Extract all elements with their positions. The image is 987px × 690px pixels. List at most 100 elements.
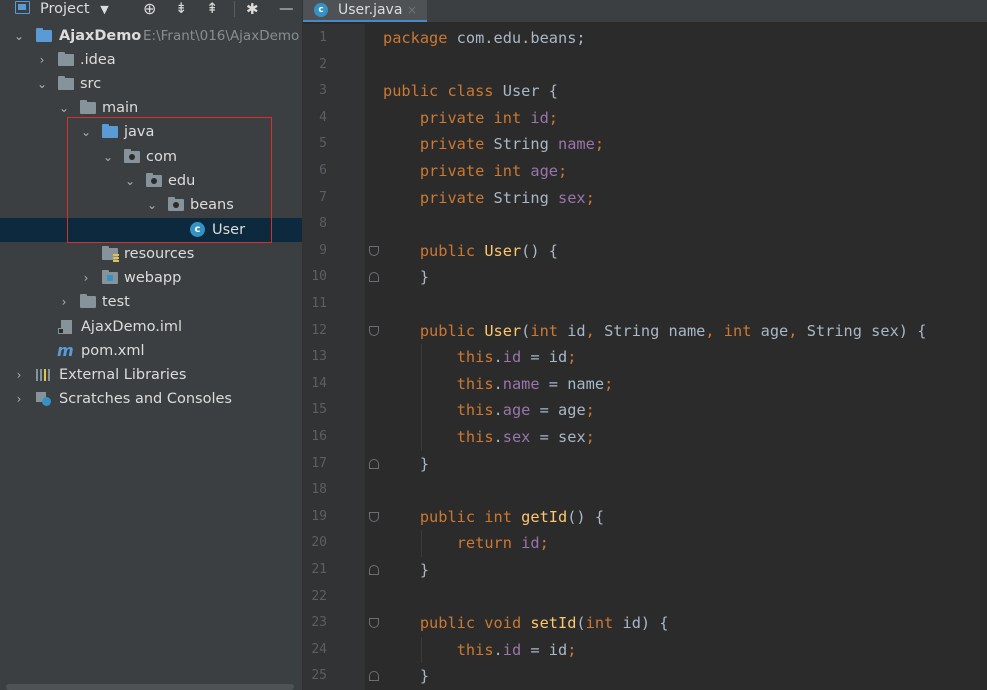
- code-line-text: public User() {: [383, 238, 558, 265]
- code-line: private int id;: [0, 105, 987, 132]
- code-line-text: private String sex;: [383, 185, 595, 212]
- code-line: public int getId() {: [0, 504, 987, 531]
- code-token: private int: [419, 108, 531, 127]
- code-line-text: }: [383, 451, 429, 478]
- code-token: this: [456, 348, 494, 367]
- indent-guide: [421, 530, 422, 557]
- code-token: String: [493, 135, 558, 154]
- code-line: }: [0, 557, 987, 584]
- code-token: private: [419, 135, 494, 154]
- code-line: }: [0, 264, 987, 291]
- code-token: = id: [521, 348, 568, 367]
- code-line: this.id = id;: [0, 344, 987, 371]
- code-token: public int: [419, 507, 522, 526]
- project-view-dropdown[interactable]: Project ▼: [40, 0, 109, 19]
- code-line: package com.edu.beans;: [0, 25, 987, 52]
- code-token: age: [502, 401, 531, 420]
- code-token: ;: [558, 162, 568, 180]
- code-token: sex: [558, 188, 586, 207]
- code-line-text: this.age = age;: [383, 397, 595, 424]
- indent-guide: [421, 344, 422, 451]
- code-line-text: private int age;: [383, 158, 567, 185]
- code-token: ;: [585, 428, 595, 446]
- code-line-text: public void setId(int id) {: [383, 610, 669, 637]
- code-token: name: [558, 135, 595, 154]
- expand-all-icon[interactable]: ⇟: [175, 0, 187, 18]
- code-token: public class: [383, 82, 503, 101]
- code-line: public User(int id, String name, int age…: [0, 318, 987, 345]
- code-line: }: [0, 451, 987, 478]
- code-line-text: return id;: [383, 530, 549, 557]
- code-token: this: [456, 640, 494, 659]
- code-token: String name: [604, 321, 706, 340]
- code-token: id: [502, 640, 522, 659]
- code-token: }: [383, 268, 430, 287]
- locate-file-icon[interactable]: ⊕: [143, 0, 156, 18]
- code-token: this: [456, 401, 494, 420]
- code-token: String sex) {: [806, 321, 927, 340]
- project-title: Project: [40, 1, 90, 17]
- dropdown-arrow-icon: ▼: [100, 3, 109, 16]
- code-line: this.name = name;: [0, 371, 987, 398]
- code-line-text: }: [383, 264, 429, 291]
- code-token: private int: [419, 162, 531, 180]
- code-line: public class User {: [0, 78, 987, 105]
- code-line-text: package com.edu.beans;: [383, 25, 586, 52]
- code-token: int: [530, 321, 568, 340]
- code-token: (: [576, 614, 586, 633]
- close-icon[interactable]: ×: [407, 0, 417, 20]
- code-token: age: [760, 321, 789, 340]
- code-token: User: [484, 241, 522, 260]
- code-token: id: [502, 348, 522, 367]
- code-token: setId: [530, 614, 577, 633]
- code-token: , int: [705, 321, 761, 340]
- code-token: = sex: [530, 428, 586, 446]
- code-token: = age: [530, 401, 586, 420]
- code-token: name: [502, 374, 540, 393]
- code-token: ;: [567, 348, 577, 367]
- gear-icon[interactable]: ✱: [246, 0, 259, 18]
- code-token: .: [493, 640, 503, 659]
- code-line: private String name;: [0, 131, 987, 158]
- code-token: id: [567, 321, 586, 340]
- code-token: () {: [521, 241, 558, 260]
- code-token: id: [530, 108, 549, 127]
- code-token: this: [456, 428, 494, 446]
- code-line-text: }: [383, 663, 429, 690]
- code-token: ;: [594, 135, 605, 154]
- code-line: public User() {: [0, 238, 987, 265]
- code-token: .: [493, 348, 503, 367]
- collapse-all-icon[interactable]: ⇞: [206, 0, 218, 18]
- code-token: User: [484, 321, 522, 340]
- code-line: private String sex;: [0, 185, 987, 212]
- code-token: public: [419, 241, 485, 260]
- code-line-text: this.sex = sex;: [383, 424, 595, 451]
- code-token: int: [585, 614, 623, 633]
- code-line: return id;: [0, 530, 987, 557]
- hide-panel-icon[interactable]: —: [279, 0, 294, 18]
- code-token: ;: [567, 640, 577, 659]
- code-line: public void setId(int id) {: [0, 610, 987, 637]
- code-line: this.id = id;: [0, 637, 987, 664]
- code-token: id: [521, 534, 540, 553]
- code-token: id) {: [622, 614, 669, 633]
- code-token: ;: [604, 374, 614, 393]
- code-token: getId: [521, 507, 568, 526]
- tab-user-java[interactable]: c User.java ×: [303, 0, 427, 22]
- code-token: ;: [548, 108, 558, 127]
- code-token: }: [383, 454, 430, 473]
